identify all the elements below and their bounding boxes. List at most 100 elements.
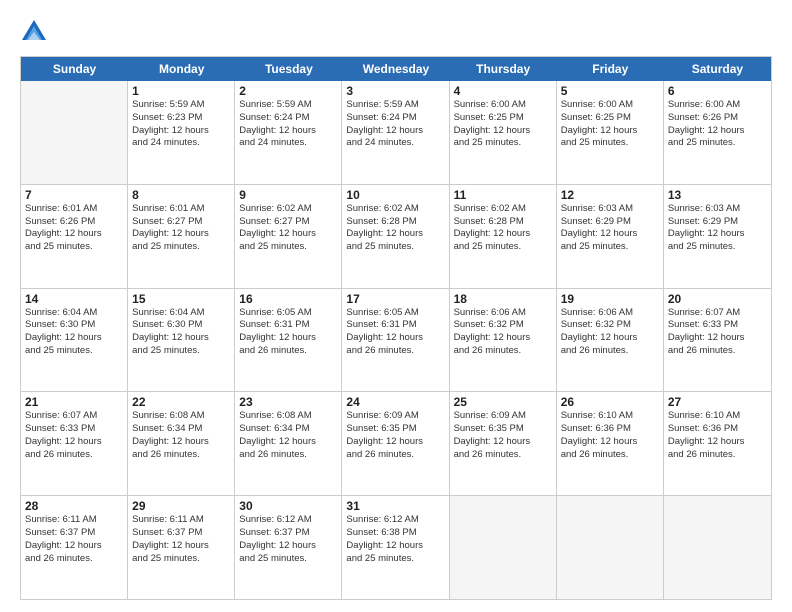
calendar-cell: 30Sunrise: 6:12 AM Sunset: 6:37 PM Dayli…	[235, 496, 342, 599]
day-info: Sunrise: 6:09 AM Sunset: 6:35 PM Dayligh…	[346, 410, 444, 461]
header	[20, 18, 772, 46]
weekday-header: Thursday	[450, 57, 557, 81]
calendar-cell: 13Sunrise: 6:03 AM Sunset: 6:29 PM Dayli…	[664, 185, 771, 288]
day-info: Sunrise: 6:02 AM Sunset: 6:28 PM Dayligh…	[454, 203, 552, 254]
weekday-header: Tuesday	[235, 57, 342, 81]
calendar-header: SundayMondayTuesdayWednesdayThursdayFrid…	[21, 57, 771, 81]
day-number: 1	[132, 84, 230, 98]
day-number: 27	[668, 395, 767, 409]
day-number: 25	[454, 395, 552, 409]
day-info: Sunrise: 6:11 AM Sunset: 6:37 PM Dayligh…	[132, 514, 230, 565]
day-number: 6	[668, 84, 767, 98]
calendar-cell: 4Sunrise: 6:00 AM Sunset: 6:25 PM Daylig…	[450, 81, 557, 184]
calendar-week-row: 21Sunrise: 6:07 AM Sunset: 6:33 PM Dayli…	[21, 392, 771, 496]
day-info: Sunrise: 6:09 AM Sunset: 6:35 PM Dayligh…	[454, 410, 552, 461]
calendar-cell: 12Sunrise: 6:03 AM Sunset: 6:29 PM Dayli…	[557, 185, 664, 288]
calendar-cell: 2Sunrise: 5:59 AM Sunset: 6:24 PM Daylig…	[235, 81, 342, 184]
calendar-cell: 6Sunrise: 6:00 AM Sunset: 6:26 PM Daylig…	[664, 81, 771, 184]
day-number: 16	[239, 292, 337, 306]
day-number: 12	[561, 188, 659, 202]
day-number: 22	[132, 395, 230, 409]
calendar-cell: 16Sunrise: 6:05 AM Sunset: 6:31 PM Dayli…	[235, 289, 342, 392]
day-info: Sunrise: 6:08 AM Sunset: 6:34 PM Dayligh…	[132, 410, 230, 461]
calendar-cell: 28Sunrise: 6:11 AM Sunset: 6:37 PM Dayli…	[21, 496, 128, 599]
calendar-cell: 1Sunrise: 5:59 AM Sunset: 6:23 PM Daylig…	[128, 81, 235, 184]
day-info: Sunrise: 6:06 AM Sunset: 6:32 PM Dayligh…	[561, 307, 659, 358]
calendar-cell: 10Sunrise: 6:02 AM Sunset: 6:28 PM Dayli…	[342, 185, 449, 288]
day-info: Sunrise: 6:00 AM Sunset: 6:25 PM Dayligh…	[454, 99, 552, 150]
calendar-cell: 11Sunrise: 6:02 AM Sunset: 6:28 PM Dayli…	[450, 185, 557, 288]
calendar-cell: 17Sunrise: 6:05 AM Sunset: 6:31 PM Dayli…	[342, 289, 449, 392]
calendar-cell: 24Sunrise: 6:09 AM Sunset: 6:35 PM Dayli…	[342, 392, 449, 495]
calendar-cell: 21Sunrise: 6:07 AM Sunset: 6:33 PM Dayli…	[21, 392, 128, 495]
day-info: Sunrise: 6:04 AM Sunset: 6:30 PM Dayligh…	[132, 307, 230, 358]
calendar-cell: 15Sunrise: 6:04 AM Sunset: 6:30 PM Dayli…	[128, 289, 235, 392]
calendar-cell: 7Sunrise: 6:01 AM Sunset: 6:26 PM Daylig…	[21, 185, 128, 288]
calendar-cell: 31Sunrise: 6:12 AM Sunset: 6:38 PM Dayli…	[342, 496, 449, 599]
calendar-cell: 20Sunrise: 6:07 AM Sunset: 6:33 PM Dayli…	[664, 289, 771, 392]
calendar-cell: 18Sunrise: 6:06 AM Sunset: 6:32 PM Dayli…	[450, 289, 557, 392]
day-info: Sunrise: 6:07 AM Sunset: 6:33 PM Dayligh…	[668, 307, 767, 358]
day-number: 20	[668, 292, 767, 306]
day-info: Sunrise: 6:07 AM Sunset: 6:33 PM Dayligh…	[25, 410, 123, 461]
day-info: Sunrise: 6:12 AM Sunset: 6:37 PM Dayligh…	[239, 514, 337, 565]
day-info: Sunrise: 5:59 AM Sunset: 6:24 PM Dayligh…	[346, 99, 444, 150]
day-number: 9	[239, 188, 337, 202]
logo-icon	[20, 18, 48, 46]
day-number: 29	[132, 499, 230, 513]
day-info: Sunrise: 6:01 AM Sunset: 6:27 PM Dayligh…	[132, 203, 230, 254]
calendar: SundayMondayTuesdayWednesdayThursdayFrid…	[20, 56, 772, 600]
calendar-cell: 29Sunrise: 6:11 AM Sunset: 6:37 PM Dayli…	[128, 496, 235, 599]
day-info: Sunrise: 6:10 AM Sunset: 6:36 PM Dayligh…	[668, 410, 767, 461]
day-number: 30	[239, 499, 337, 513]
day-info: Sunrise: 6:08 AM Sunset: 6:34 PM Dayligh…	[239, 410, 337, 461]
day-number: 2	[239, 84, 337, 98]
calendar-cell: 26Sunrise: 6:10 AM Sunset: 6:36 PM Dayli…	[557, 392, 664, 495]
calendar-week-row: 7Sunrise: 6:01 AM Sunset: 6:26 PM Daylig…	[21, 185, 771, 289]
day-number: 10	[346, 188, 444, 202]
calendar-week-row: 14 Sunrise: 6:04 AM Sunset: 6:30 PM Dayli…	[21, 289, 771, 393]
day-number: 14	[25, 292, 123, 306]
day-info: Sunrise: 6:01 AM Sunset: 6:26 PM Dayligh…	[25, 203, 123, 254]
calendar-cell	[557, 496, 664, 599]
day-number: 5	[561, 84, 659, 98]
day-info: Sunrise: 6:05 AM Sunset: 6:31 PM Dayligh…	[239, 307, 337, 358]
calendar-cell: 14Sunrise: 6:04 AM Sunset: 6:30 PM Dayli…	[21, 289, 128, 392]
day-number: 3	[346, 84, 444, 98]
day-info: Sunrise: 6:00 AM Sunset: 6:25 PM Dayligh…	[561, 99, 659, 150]
calendar-cell: 22Sunrise: 6:08 AM Sunset: 6:34 PM Dayli…	[128, 392, 235, 495]
page: SundayMondayTuesdayWednesdayThursdayFrid…	[0, 0, 792, 612]
weekday-header: Sunday	[21, 57, 128, 81]
calendar-cell	[664, 496, 771, 599]
weekday-header: Wednesday	[342, 57, 449, 81]
calendar-week-row: 1Sunrise: 5:59 AM Sunset: 6:23 PM Daylig…	[21, 81, 771, 185]
day-info: Sunrise: 6:03 AM Sunset: 6:29 PM Dayligh…	[561, 203, 659, 254]
day-info: Sunrise: 6:12 AM Sunset: 6:38 PM Dayligh…	[346, 514, 444, 565]
calendar-cell	[21, 81, 128, 184]
calendar-cell: 27Sunrise: 6:10 AM Sunset: 6:36 PM Dayli…	[664, 392, 771, 495]
day-number: 17	[346, 292, 444, 306]
calendar-cell: 5Sunrise: 6:00 AM Sunset: 6:25 PM Daylig…	[557, 81, 664, 184]
day-info: Sunrise: 6:10 AM Sunset: 6:36 PM Dayligh…	[561, 410, 659, 461]
day-number: 24	[346, 395, 444, 409]
logo	[20, 18, 52, 46]
day-info: Sunrise: 6:03 AM Sunset: 6:29 PM Dayligh…	[668, 203, 767, 254]
calendar-cell	[450, 496, 557, 599]
calendar-cell: 8Sunrise: 6:01 AM Sunset: 6:27 PM Daylig…	[128, 185, 235, 288]
weekday-header: Friday	[557, 57, 664, 81]
day-number: 8	[132, 188, 230, 202]
weekday-header: Saturday	[664, 57, 771, 81]
day-number: 31	[346, 499, 444, 513]
day-info: Sunrise: 6:02 AM Sunset: 6:27 PM Dayligh…	[239, 203, 337, 254]
calendar-body: 1Sunrise: 5:59 AM Sunset: 6:23 PM Daylig…	[21, 81, 771, 599]
weekday-header: Monday	[128, 57, 235, 81]
day-number: 7	[25, 188, 123, 202]
day-number: 23	[239, 395, 337, 409]
calendar-cell: 9Sunrise: 6:02 AM Sunset: 6:27 PM Daylig…	[235, 185, 342, 288]
day-info: Sunrise: 5:59 AM Sunset: 6:23 PM Dayligh…	[132, 99, 230, 150]
calendar-cell: 23Sunrise: 6:08 AM Sunset: 6:34 PM Dayli…	[235, 392, 342, 495]
day-number: 4	[454, 84, 552, 98]
calendar-week-row: 28Sunrise: 6:11 AM Sunset: 6:37 PM Dayli…	[21, 496, 771, 599]
day-info: Sunrise: 6:00 AM Sunset: 6:26 PM Dayligh…	[668, 99, 767, 150]
day-number: 26	[561, 395, 659, 409]
